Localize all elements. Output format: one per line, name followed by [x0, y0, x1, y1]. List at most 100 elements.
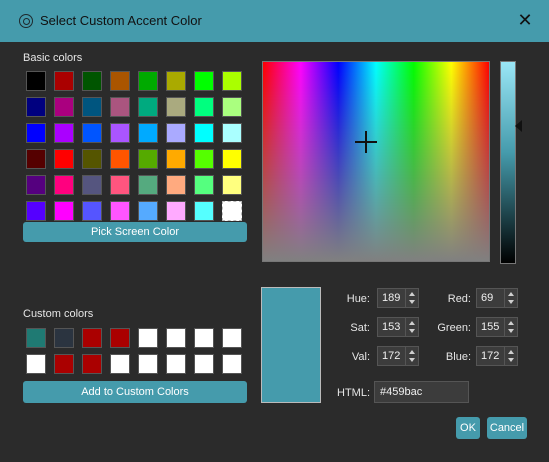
color-swatch[interactable]	[54, 201, 74, 221]
green-stepper-arrows[interactable]	[504, 318, 517, 336]
down-arrow-icon[interactable]	[409, 329, 415, 333]
pick-screen-color-button[interactable]: Pick Screen Color	[23, 222, 247, 242]
color-swatch[interactable]	[54, 175, 74, 195]
down-arrow-icon[interactable]	[409, 300, 415, 304]
luminance-slider[interactable]	[500, 61, 516, 264]
val-spinbox[interactable]: 172	[377, 346, 419, 366]
add-to-custom-colors-button[interactable]: Add to Custom Colors	[23, 381, 247, 403]
color-swatch[interactable]	[194, 71, 214, 91]
color-swatch[interactable]	[138, 328, 158, 348]
color-swatch[interactable]	[54, 149, 74, 169]
color-swatch[interactable]	[82, 123, 102, 143]
color-swatch[interactable]	[26, 149, 46, 169]
title-bar: Select Custom Accent Color ✕	[0, 0, 549, 42]
down-arrow-icon[interactable]	[409, 358, 415, 362]
html-hex-input[interactable]: #459bac	[374, 381, 469, 403]
custom-colors-grid	[26, 328, 242, 374]
color-swatch[interactable]	[110, 354, 130, 374]
color-swatch[interactable]	[194, 354, 214, 374]
color-swatch[interactable]	[26, 175, 46, 195]
color-swatch[interactable]	[26, 71, 46, 91]
blue-stepper-arrows[interactable]	[504, 347, 517, 365]
color-swatch[interactable]	[26, 328, 46, 348]
color-swatch[interactable]	[138, 71, 158, 91]
down-arrow-icon[interactable]	[508, 329, 514, 333]
green-spinbox[interactable]: 155	[476, 317, 518, 337]
up-arrow-icon[interactable]	[508, 321, 514, 325]
up-arrow-icon[interactable]	[508, 350, 514, 354]
color-swatch[interactable]	[26, 201, 46, 221]
color-swatch[interactable]	[82, 354, 102, 374]
color-swatch[interactable]	[222, 175, 242, 195]
down-arrow-icon[interactable]	[508, 358, 514, 362]
color-swatch[interactable]	[138, 97, 158, 117]
color-swatch[interactable]	[110, 328, 130, 348]
color-swatch[interactable]	[110, 71, 130, 91]
color-swatch[interactable]	[194, 175, 214, 195]
up-arrow-icon[interactable]	[409, 350, 415, 354]
color-swatch[interactable]	[138, 201, 158, 221]
color-swatch[interactable]	[110, 175, 130, 195]
color-swatch[interactable]	[54, 354, 74, 374]
color-swatch[interactable]	[138, 123, 158, 143]
color-swatch[interactable]	[54, 328, 74, 348]
color-swatch[interactable]	[222, 71, 242, 91]
color-swatch[interactable]	[222, 328, 242, 348]
color-spectrum[interactable]	[262, 61, 490, 262]
up-arrow-icon[interactable]	[409, 292, 415, 296]
color-swatch[interactable]	[138, 149, 158, 169]
down-arrow-icon[interactable]	[508, 300, 514, 304]
blue-spinbox[interactable]: 172	[476, 346, 518, 366]
color-swatch[interactable]	[110, 123, 130, 143]
color-swatch[interactable]	[54, 123, 74, 143]
color-swatch[interactable]	[222, 201, 242, 221]
color-swatch[interactable]	[82, 201, 102, 221]
color-swatch[interactable]	[166, 123, 186, 143]
color-swatch[interactable]	[222, 354, 242, 374]
color-swatch[interactable]	[82, 149, 102, 169]
color-swatch[interactable]	[82, 175, 102, 195]
color-swatch[interactable]	[26, 354, 46, 374]
hue-stepper-arrows[interactable]	[405, 289, 418, 307]
up-arrow-icon[interactable]	[508, 292, 514, 296]
close-icon[interactable]: ✕	[515, 10, 535, 30]
val-stepper-arrows[interactable]	[405, 347, 418, 365]
color-swatch[interactable]	[82, 71, 102, 91]
cancel-button[interactable]: Cancel	[487, 417, 527, 439]
color-swatch[interactable]	[222, 97, 242, 117]
color-swatch[interactable]	[166, 149, 186, 169]
color-swatch[interactable]	[110, 149, 130, 169]
color-swatch[interactable]	[194, 328, 214, 348]
color-swatch[interactable]	[222, 149, 242, 169]
red-spinbox[interactable]: 69	[476, 288, 518, 308]
color-swatch[interactable]	[166, 71, 186, 91]
color-swatch[interactable]	[54, 71, 74, 91]
red-stepper-arrows[interactable]	[504, 289, 517, 307]
color-swatch[interactable]	[166, 97, 186, 117]
color-swatch[interactable]	[82, 328, 102, 348]
luminance-handle-icon[interactable]	[515, 120, 522, 132]
ok-button[interactable]: OK	[456, 417, 480, 439]
color-swatch[interactable]	[26, 97, 46, 117]
color-swatch[interactable]	[166, 175, 186, 195]
crosshair-cursor-icon[interactable]	[355, 131, 377, 153]
color-swatch[interactable]	[110, 201, 130, 221]
color-swatch[interactable]	[194, 97, 214, 117]
color-swatch[interactable]	[110, 97, 130, 117]
color-swatch[interactable]	[194, 149, 214, 169]
up-arrow-icon[interactable]	[409, 321, 415, 325]
color-swatch[interactable]	[138, 354, 158, 374]
color-swatch[interactable]	[138, 175, 158, 195]
color-swatch[interactable]	[166, 328, 186, 348]
color-swatch[interactable]	[194, 123, 214, 143]
sat-spinbox[interactable]: 153	[377, 317, 419, 337]
hue-spinbox[interactable]: 189	[377, 288, 419, 308]
color-swatch[interactable]	[194, 201, 214, 221]
color-swatch[interactable]	[54, 97, 74, 117]
color-swatch[interactable]	[82, 97, 102, 117]
color-swatch[interactable]	[26, 123, 46, 143]
sat-stepper-arrows[interactable]	[405, 318, 418, 336]
color-swatch[interactable]	[166, 354, 186, 374]
color-swatch[interactable]	[166, 201, 186, 221]
color-swatch[interactable]	[222, 123, 242, 143]
